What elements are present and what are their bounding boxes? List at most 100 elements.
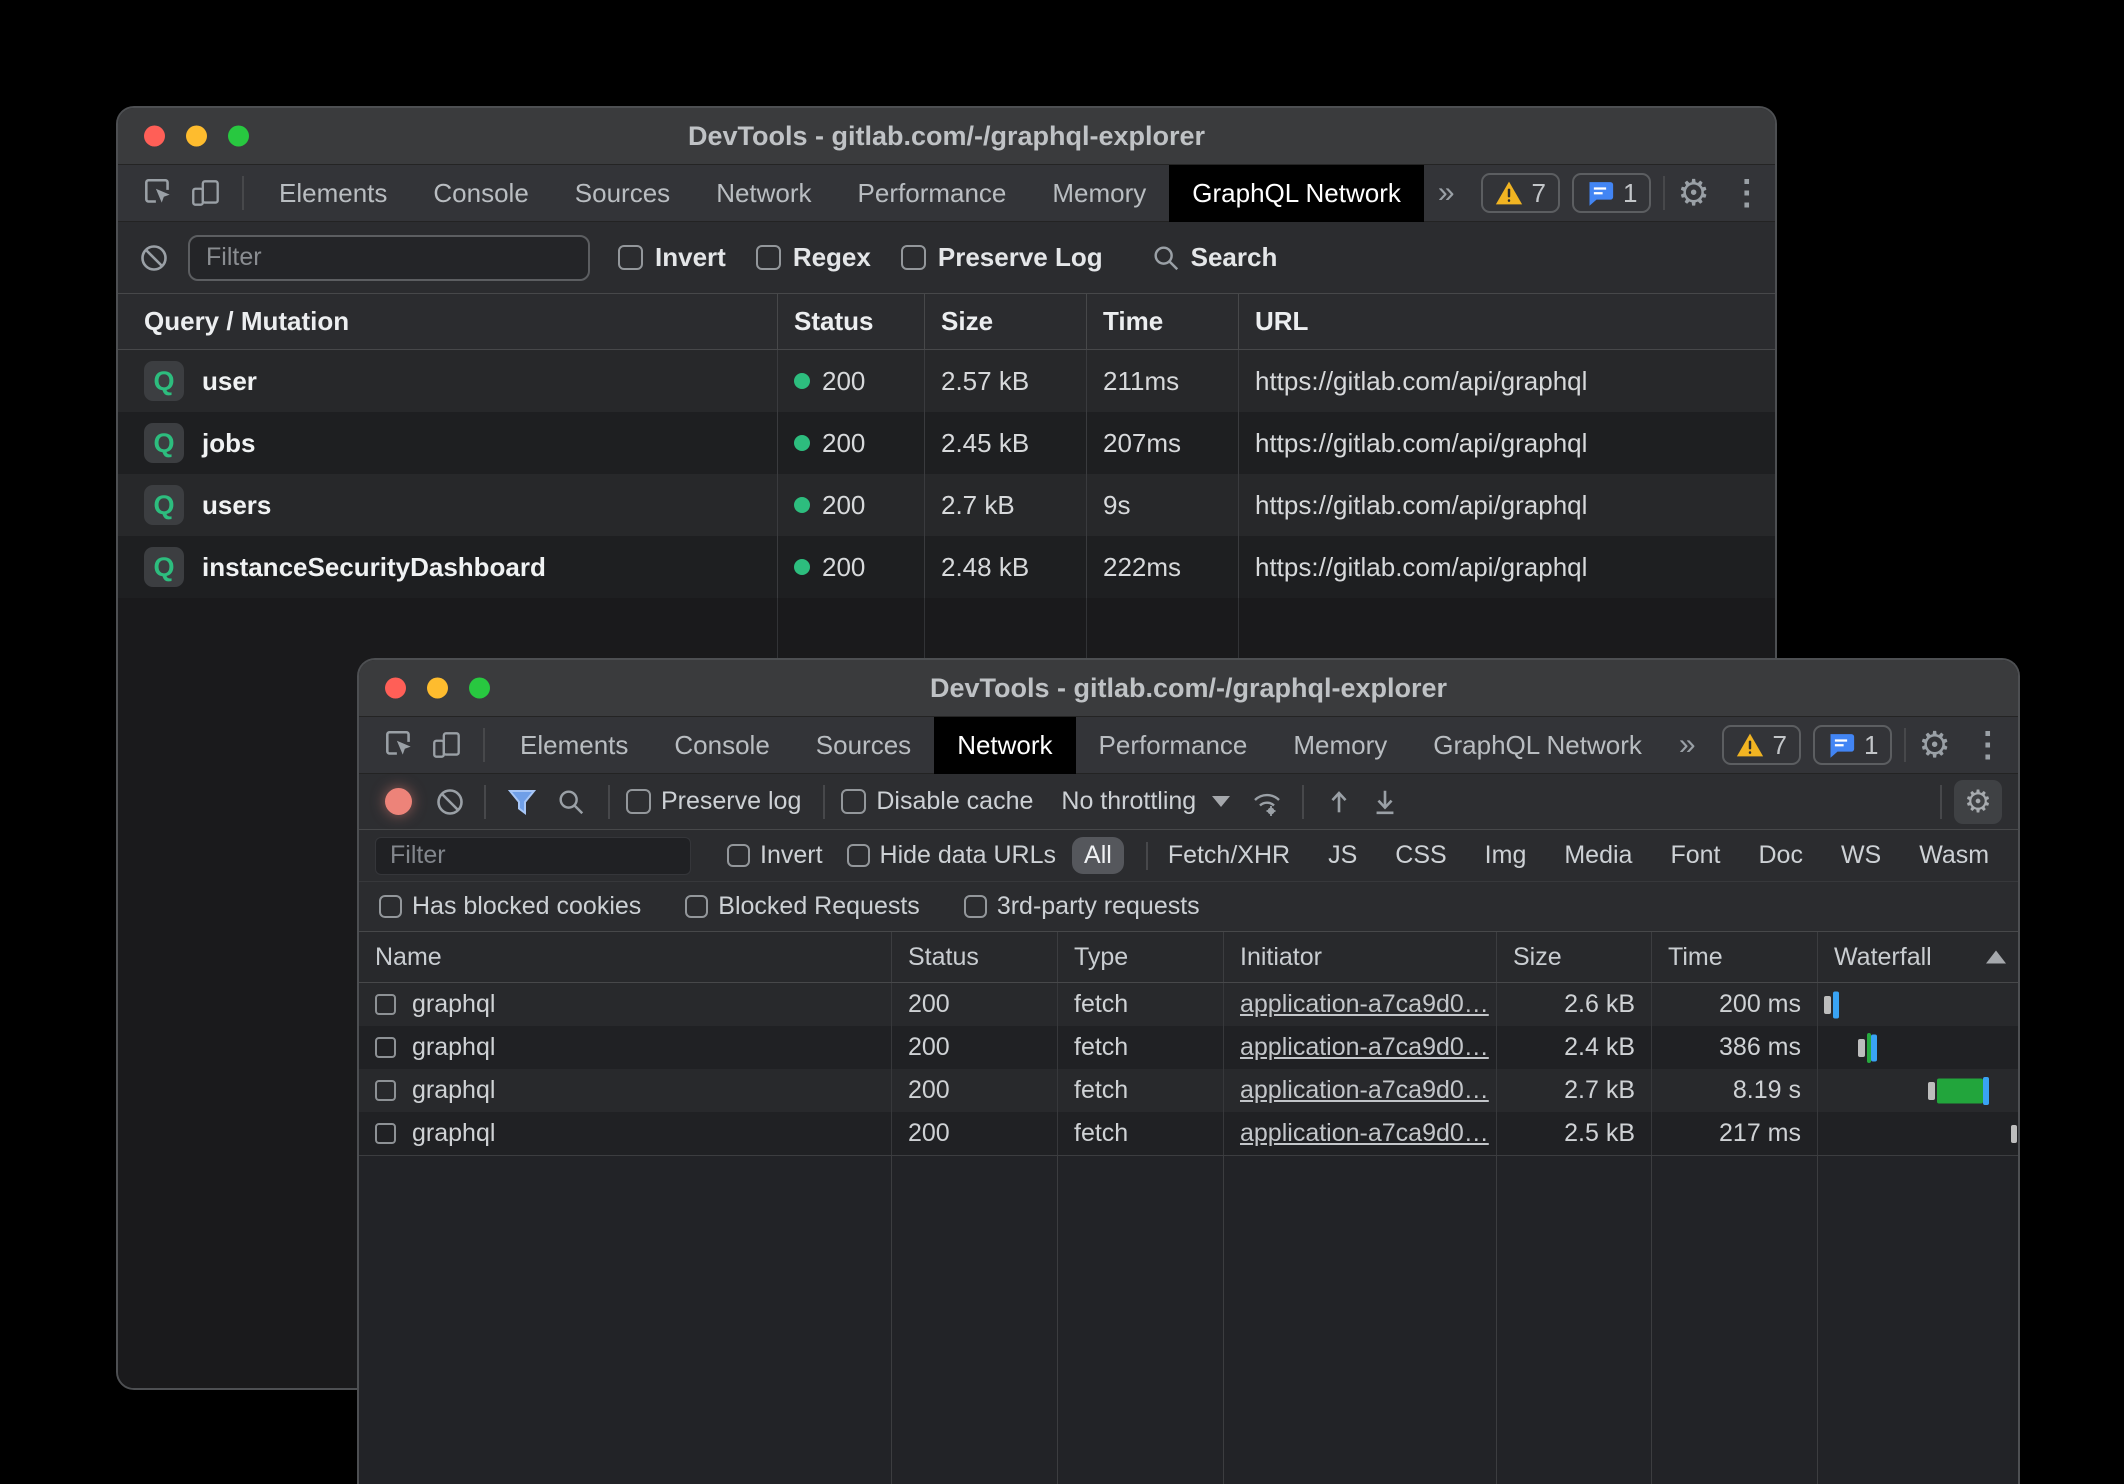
kebab-menu-icon[interactable]: ⋮: [1971, 725, 2005, 765]
kebab-menu-icon[interactable]: ⋮: [1730, 173, 1764, 213]
tab-network[interactable]: Network: [934, 717, 1075, 774]
table-row[interactable]: QinstanceSecurityDashboard 200 2.48 kB 2…: [118, 536, 1775, 598]
table-row[interactable]: graphql 200 fetch application-a7ca9d0… 2…: [359, 1026, 2018, 1069]
tab-elements[interactable]: Elements: [497, 717, 651, 774]
invert-checkbox[interactable]: [618, 245, 643, 270]
tab-performance[interactable]: Performance: [835, 165, 1030, 222]
tab-network[interactable]: Network: [693, 165, 834, 222]
clear-icon[interactable]: [138, 242, 170, 274]
inspect-element-icon[interactable]: [381, 727, 417, 763]
tab-console[interactable]: Console: [651, 717, 792, 774]
chevron-down-icon[interactable]: [1212, 796, 1230, 807]
tab-graphql-network[interactable]: GraphQL Network: [1410, 717, 1665, 774]
tab-console[interactable]: Console: [410, 165, 551, 222]
issues-badge[interactable]: 1: [1572, 173, 1651, 213]
tab-sources[interactable]: Sources: [552, 165, 693, 222]
column-header-status[interactable]: Status: [892, 932, 1058, 982]
inspect-element-icon[interactable]: [140, 175, 176, 211]
column-header-name[interactable]: Name: [359, 932, 892, 982]
row-checkbox[interactable]: [375, 1080, 396, 1101]
filter-chip-all[interactable]: All: [1072, 837, 1124, 874]
column-header-query-mutation[interactable]: Query / Mutation: [118, 294, 778, 349]
regex-checkbox[interactable]: [756, 245, 781, 270]
row-checkbox[interactable]: [375, 994, 396, 1015]
tab-memory[interactable]: Memory: [1270, 717, 1410, 774]
hide-data-urls-checkbox[interactable]: [847, 844, 870, 867]
titlebar[interactable]: DevTools - gitlab.com/-/graphql-explorer: [359, 660, 2018, 717]
initiator-link[interactable]: application-a7ca9d0…: [1240, 1076, 1489, 1105]
clear-icon[interactable]: [434, 786, 466, 818]
network-settings-button[interactable]: ⚙: [1954, 780, 2002, 824]
issues-badge[interactable]: 1: [1813, 725, 1892, 765]
column-header-type[interactable]: Type: [1058, 932, 1224, 982]
row-checkbox[interactable]: [375, 1123, 396, 1144]
column-header-size[interactable]: Size: [925, 294, 1087, 349]
tab-memory[interactable]: Memory: [1029, 165, 1169, 222]
preserve-log-checkbox[interactable]: [626, 789, 651, 814]
column-header-status[interactable]: Status: [778, 294, 925, 349]
column-header-url[interactable]: URL: [1239, 294, 1775, 349]
search-icon[interactable]: [556, 787, 586, 817]
filter-chip-wasm[interactable]: Wasm: [1907, 837, 2001, 874]
more-tabs-icon[interactable]: »: [1679, 728, 1696, 762]
table-row[interactable]: Qusers 200 2.7 kB 9s https://gitlab.com/…: [118, 474, 1775, 536]
record-button[interactable]: [385, 788, 412, 815]
initiator-link[interactable]: application-a7ca9d0…: [1240, 1119, 1489, 1148]
filter-chip-img[interactable]: Img: [1473, 837, 1539, 874]
close-button[interactable]: [385, 678, 406, 699]
export-har-icon[interactable]: [1370, 787, 1400, 817]
filter-chip-ws[interactable]: WS: [1829, 837, 1893, 874]
table-row[interactable]: Quser 200 2.57 kB 211ms https://gitlab.c…: [118, 350, 1775, 412]
table-row[interactable]: graphql 200 fetch application-a7ca9d0… 2…: [359, 1069, 2018, 1112]
column-header-waterfall[interactable]: Waterfall: [1818, 932, 2018, 982]
invert-label: Invert: [655, 242, 726, 273]
column-header-time[interactable]: Time: [1652, 932, 1818, 982]
preserve-log-checkbox[interactable]: [901, 245, 926, 270]
tab-graphql-network[interactable]: GraphQL Network: [1169, 165, 1424, 222]
invert-checkbox[interactable]: [727, 844, 750, 867]
row-checkbox[interactable]: [375, 1037, 396, 1058]
zoom-button[interactable]: [469, 678, 490, 699]
network-conditions-icon[interactable]: [1250, 786, 1284, 818]
throttling-select-value[interactable]: No throttling: [1061, 787, 1196, 816]
settings-gear-icon[interactable]: ⚙: [1918, 727, 1950, 763]
has-blocked-cookies-checkbox[interactable]: [379, 895, 402, 918]
warnings-badge[interactable]: 7: [1722, 725, 1801, 765]
column-header-time[interactable]: Time: [1087, 294, 1239, 349]
minimize-button[interactable]: [186, 126, 207, 147]
table-row[interactable]: graphql 200 fetch application-a7ca9d0… 2…: [359, 1112, 2018, 1155]
initiator-link[interactable]: application-a7ca9d0…: [1240, 990, 1489, 1019]
filter-chip-media[interactable]: Media: [1552, 837, 1644, 874]
import-har-icon[interactable]: [1324, 787, 1354, 817]
tab-elements[interactable]: Elements: [256, 165, 410, 222]
initiator-link[interactable]: application-a7ca9d0…: [1240, 1033, 1489, 1062]
column-header-initiator[interactable]: Initiator: [1224, 932, 1497, 982]
device-toolbar-icon[interactable]: [188, 175, 224, 211]
more-tabs-icon[interactable]: »: [1438, 176, 1455, 210]
table-row[interactable]: Qjobs 200 2.45 kB 207ms https://gitlab.c…: [118, 412, 1775, 474]
filter-chip-js[interactable]: JS: [1316, 837, 1369, 874]
third-party-requests-checkbox[interactable]: [964, 895, 987, 918]
settings-gear-icon[interactable]: ⚙: [1677, 175, 1709, 211]
filter-chip-fetch-xhr[interactable]: Fetch/XHR: [1156, 837, 1302, 874]
blocked-requests-checkbox[interactable]: [685, 895, 708, 918]
filter-input[interactable]: [188, 235, 590, 281]
minimize-button[interactable]: [427, 678, 448, 699]
filter-chip-font[interactable]: Font: [1658, 837, 1732, 874]
filter-chip-manifest[interactable]: Manifest: [2015, 837, 2020, 874]
column-header-size[interactable]: Size: [1497, 932, 1652, 982]
disable-cache-checkbox[interactable]: [841, 789, 866, 814]
warnings-badge[interactable]: 7: [1481, 173, 1560, 213]
titlebar[interactable]: DevTools - gitlab.com/-/graphql-explorer: [118, 108, 1775, 165]
table-row[interactable]: graphql 200 fetch application-a7ca9d0… 2…: [359, 983, 2018, 1026]
tab-sources[interactable]: Sources: [793, 717, 934, 774]
device-toolbar-icon[interactable]: [429, 727, 465, 763]
filter-input[interactable]: [375, 837, 691, 875]
tab-performance[interactable]: Performance: [1076, 717, 1271, 774]
filter-chip-css[interactable]: CSS: [1383, 837, 1458, 874]
search-icon[interactable]: [1151, 243, 1181, 273]
filter-funnel-icon[interactable]: [506, 786, 538, 818]
filter-chip-doc[interactable]: Doc: [1746, 837, 1814, 874]
close-button[interactable]: [144, 126, 165, 147]
zoom-button[interactable]: [228, 126, 249, 147]
